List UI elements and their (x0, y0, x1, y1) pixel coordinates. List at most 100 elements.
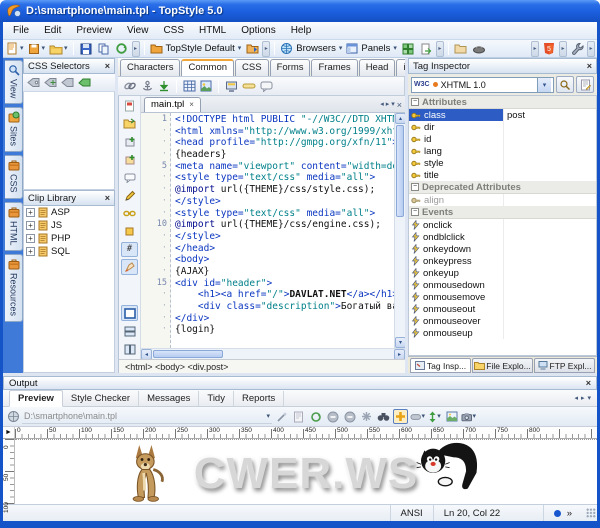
menu-item[interactable]: Help (284, 23, 319, 38)
event-value[interactable] (504, 267, 596, 279)
attribute-value[interactable] (504, 194, 596, 206)
back-button[interactable] (325, 409, 340, 424)
attribute-value[interactable] (504, 145, 596, 157)
highlight-element-toggle[interactable] (393, 409, 408, 424)
expand-icon[interactable]: + (26, 221, 35, 230)
open-button[interactable]: ▾ (48, 41, 69, 57)
attribute-value[interactable]: post (504, 109, 596, 121)
tag-icon[interactable] (27, 77, 40, 88)
toolbar-overflow-button[interactable]: ▸ (262, 41, 270, 57)
chevron-down-icon[interactable]: ▾ (537, 77, 551, 93)
options-button[interactable] (569, 41, 585, 57)
deprecated-section-header[interactable]: − Deprecated Attributes (409, 181, 596, 194)
settings-button[interactable] (359, 409, 374, 424)
named-anchor-icon[interactable] (141, 80, 154, 92)
panels-dropdown[interactable]: Panels▾ (345, 41, 398, 57)
toolbar-overflow-button[interactable]: ▸ (132, 41, 140, 57)
attribute-value[interactable] (504, 121, 596, 133)
html5-button[interactable]: 5 (541, 41, 557, 57)
tag-breadcrumb[interactable]: <html> <body> <div.post> (119, 359, 405, 373)
refresh-button[interactable] (114, 41, 130, 57)
copy-button[interactable] (96, 41, 112, 57)
save-all-button[interactable]: ▾ (27, 41, 47, 57)
menu-item[interactable]: Edit (37, 23, 68, 38)
toolbar-overflow-button[interactable]: ▸ (559, 41, 567, 57)
attribute-value[interactable] (504, 169, 596, 181)
output-tab[interactable]: Tidy (199, 391, 234, 406)
layout-rows-icon[interactable] (121, 323, 138, 339)
sidebar-tab[interactable]: View (5, 60, 23, 104)
edit-doc-button[interactable] (576, 76, 594, 93)
code-text[interactable]: <!DOCTYPE html PUBLIC "-//W3C//DTD XHTM<… (171, 113, 394, 348)
menu-item[interactable]: View (120, 23, 156, 38)
nav-right-icon[interactable]: ▸ (581, 394, 585, 402)
event-value[interactable] (504, 231, 596, 243)
sidebar-tab[interactable]: Sites (5, 107, 23, 152)
output-tab[interactable]: Preview (9, 390, 63, 407)
insert-tab[interactable]: Forms (270, 59, 311, 76)
event-value[interactable] (504, 243, 596, 255)
expand-icon[interactable]: + (26, 247, 35, 256)
event-value[interactable] (504, 279, 596, 291)
clip-library-item[interactable]: + SQL (24, 245, 114, 258)
insert-tab[interactable]: CSS (235, 59, 269, 76)
event-value[interactable] (504, 303, 596, 315)
refresh-preview-button[interactable] (308, 409, 323, 424)
sidebar-tab[interactable]: Resources (5, 254, 23, 322)
close-icon[interactable]: × (397, 100, 402, 110)
event-row[interactable]: onkeyup (409, 267, 596, 279)
snapshot-button[interactable] (444, 409, 459, 424)
attribute-row[interactable]: style (409, 157, 596, 169)
event-row[interactable]: onclick (409, 219, 596, 231)
status-overflow-icon[interactable]: » (567, 508, 572, 519)
scrollbar-thumb[interactable] (153, 350, 223, 358)
attribute-row[interactable]: id (409, 133, 596, 145)
edit-source-button[interactable] (291, 409, 306, 424)
nav-left-icon[interactable]: ◂ (380, 100, 384, 110)
attribute-row[interactable]: class post (409, 109, 596, 121)
export-page-button[interactable] (418, 41, 434, 57)
tab-list-icon[interactable]: ▾ (391, 100, 395, 110)
preview-address-combobox[interactable]: D:\smartphone\main.tpl ▾ (22, 409, 272, 424)
ink-button[interactable] (471, 41, 487, 57)
attribute-row[interactable]: align (409, 194, 596, 206)
code-area[interactable]: 1···5····10····15···· <!DOCTYPE html PUB… (141, 113, 405, 348)
inspect-button[interactable] (556, 76, 574, 93)
clip-library-item[interactable]: + PHP (24, 232, 114, 245)
event-row[interactable]: onmouseover (409, 315, 596, 327)
event-row[interactable]: onmousedown (409, 279, 596, 291)
event-row[interactable]: onmouseout (409, 303, 596, 315)
close-icon[interactable]: × (587, 61, 592, 71)
hyperlink-icon[interactable] (121, 206, 138, 222)
comment-icon[interactable] (260, 81, 273, 92)
event-value[interactable] (504, 255, 596, 267)
sidebar-tab[interactable]: HTML (5, 202, 23, 252)
layout-columns-icon[interactable] (121, 341, 138, 357)
tab-list-icon[interactable]: ▾ (587, 394, 591, 402)
toolbar-overflow-button[interactable]: ▸ (436, 41, 444, 57)
forward-button[interactable] (342, 409, 357, 424)
attribute-value[interactable] (504, 133, 596, 145)
expand-icon[interactable]: + (26, 234, 35, 243)
follow-link-button[interactable] (274, 409, 289, 424)
tag-add-icon[interactable] (44, 77, 57, 88)
anchor-down-icon[interactable] (158, 80, 170, 92)
event-row[interactable]: onkeypress (409, 255, 596, 267)
edit-icon[interactable] (121, 188, 138, 204)
tag-edit-icon[interactable] (61, 77, 74, 88)
add-snippet-icon[interactable] (121, 134, 138, 150)
menu-item[interactable]: HTML (192, 23, 233, 38)
collapse-icon[interactable]: − (411, 98, 419, 106)
nav-left-icon[interactable]: ◂ (574, 394, 578, 402)
camera-dropdown[interactable]: ▾ (461, 409, 476, 424)
event-row[interactable]: ondblclick (409, 231, 596, 243)
events-section-header[interactable]: − Events (409, 206, 596, 219)
comment-toggle-icon[interactable] (121, 170, 138, 186)
toolbar-overflow-button[interactable]: ▸ (531, 41, 539, 57)
table-icon[interactable] (183, 80, 196, 92)
document-icon[interactable] (121, 98, 138, 114)
event-value[interactable] (504, 219, 596, 231)
toolbar-overflow-button[interactable]: ▸ (587, 41, 595, 57)
css-selectors-list[interactable] (23, 92, 115, 190)
save-button[interactable] (78, 41, 94, 57)
